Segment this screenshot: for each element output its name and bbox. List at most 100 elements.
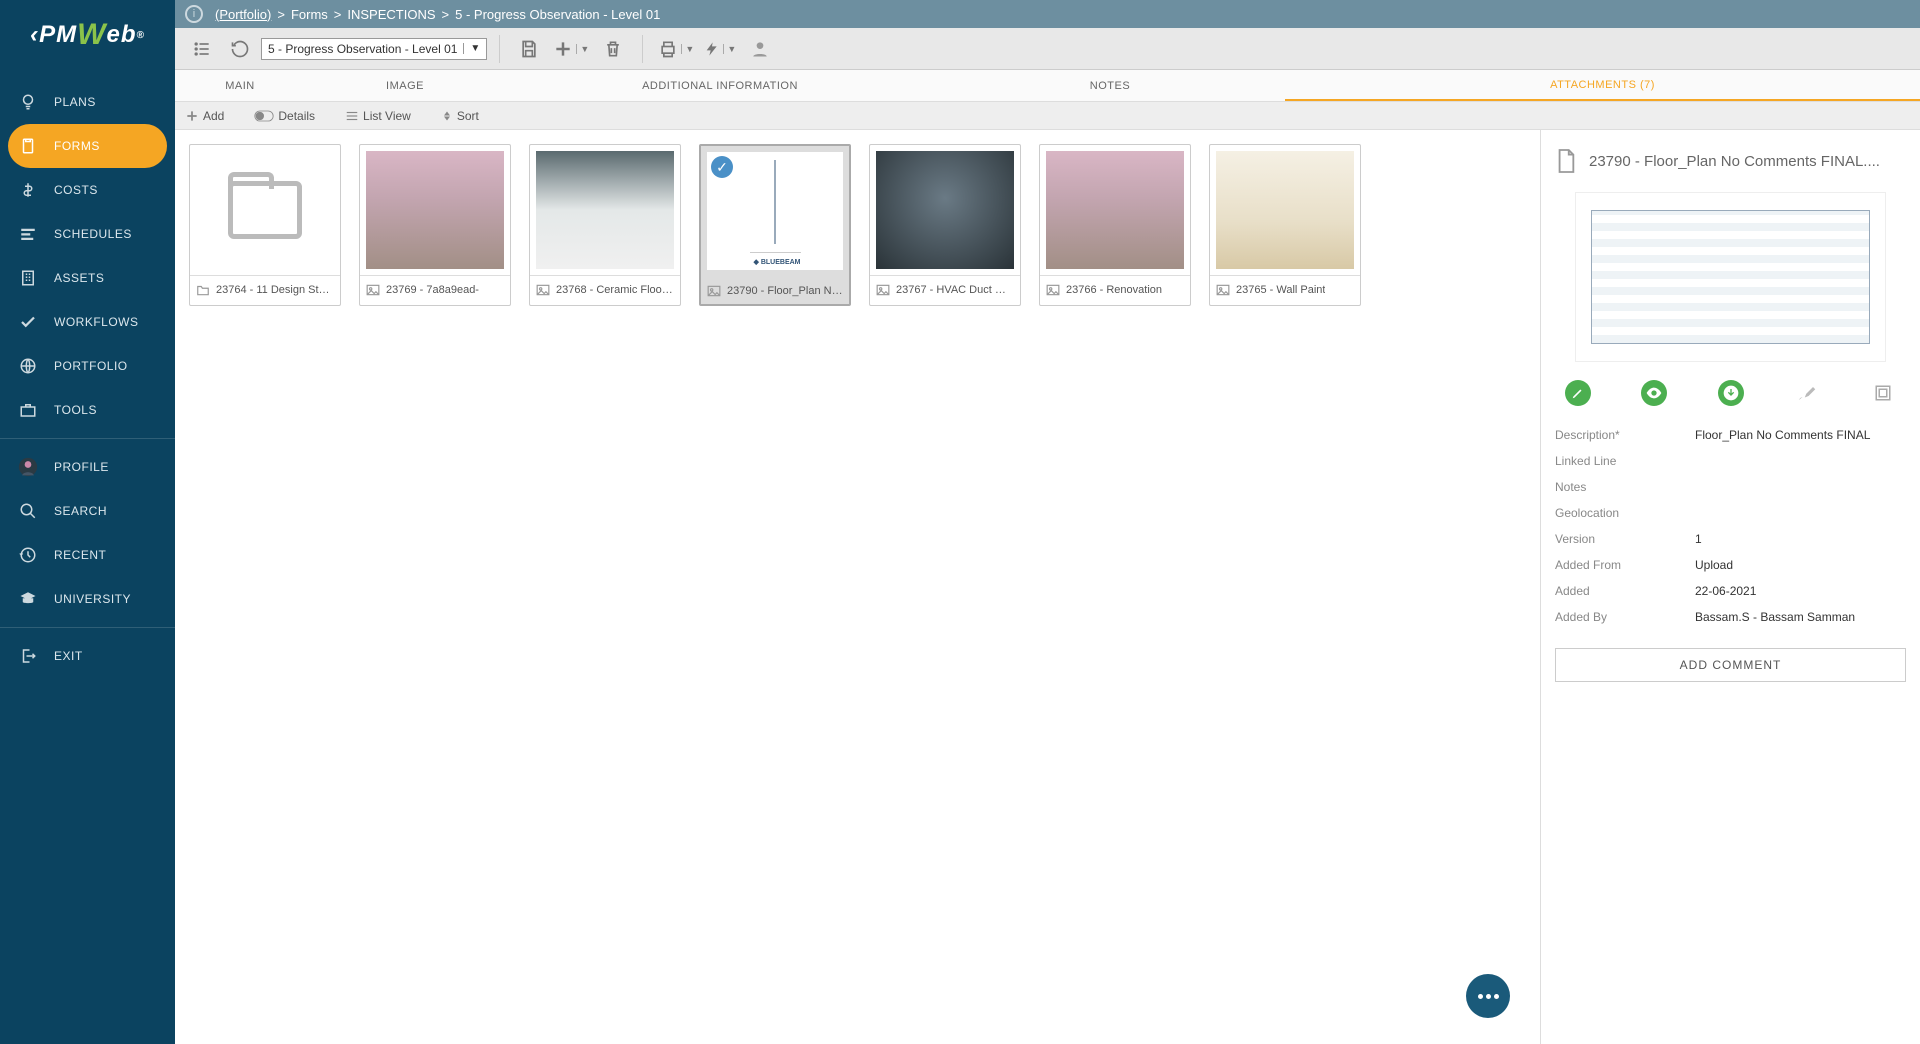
breadcrumb-part[interactable]: Forms: [291, 7, 328, 22]
nav-label: SEARCH: [54, 504, 107, 518]
field-value: Upload: [1695, 558, 1906, 572]
nav-label: SCHEDULES: [54, 227, 132, 241]
nav-workflows[interactable]: WORKFLOWS: [0, 300, 175, 344]
nav-costs[interactable]: COSTS: [0, 168, 175, 212]
add-attachment-button[interactable]: Add: [185, 109, 224, 123]
detail-preview[interactable]: [1575, 192, 1886, 362]
brush-action[interactable]: [1794, 380, 1820, 406]
field-label: Notes: [1555, 480, 1695, 494]
briefcase-icon: [18, 400, 38, 420]
record-selector[interactable]: 5 - Progress Observation - Level 01 ▼: [261, 38, 487, 60]
avatar-icon: [18, 457, 38, 477]
listview-button[interactable]: List View: [345, 109, 411, 123]
tab-image[interactable]: IMAGE: [305, 70, 505, 101]
field-value[interactable]: [1695, 480, 1906, 494]
record-selector-value: 5 - Progress Observation - Level 01: [268, 42, 457, 56]
info-icon[interactable]: i: [185, 5, 203, 23]
breadcrumb-part[interactable]: INSPECTIONS: [347, 7, 435, 22]
field-value: 22-06-2021: [1695, 584, 1906, 598]
attachment-thumbnail: [536, 151, 674, 269]
nav-label: UNIVERSITY: [54, 592, 131, 606]
attachment-label: 23790 - Floor_Plan No Com...: [701, 276, 849, 304]
attachment-card[interactable]: 23765 - Wall Paint: [1209, 144, 1361, 306]
attachment-thumbnail: [876, 151, 1014, 269]
chevron-down-icon: ▼: [463, 43, 480, 54]
breadcrumb-root[interactable]: (Portfolio): [215, 7, 271, 22]
add-button[interactable]: ▼: [550, 32, 592, 66]
attachment-card[interactable]: 23766 - Renovation: [1039, 144, 1191, 306]
nav-plans[interactable]: PLANS: [0, 80, 175, 124]
fab-more-button[interactable]: [1466, 974, 1510, 1018]
clipboard-icon: [18, 136, 38, 156]
nav-portfolio[interactable]: PORTFOLIO: [0, 344, 175, 388]
nav-label: PLANS: [54, 95, 96, 109]
attachment-card[interactable]: 23767 - HVAC Duct Work: [869, 144, 1021, 306]
bolt-button[interactable]: ▼: [701, 32, 739, 66]
tab-additional-information[interactable]: ADDITIONAL INFORMATION: [505, 70, 935, 101]
view-action[interactable]: [1641, 380, 1667, 406]
tab-notes[interactable]: NOTES: [935, 70, 1285, 101]
nav-label: PORTFOLIO: [54, 359, 128, 373]
add-comment-button[interactable]: ADD COMMENT: [1555, 648, 1906, 682]
tabs: MAIN IMAGE ADDITIONAL INFORMATION NOTES …: [175, 70, 1920, 102]
attachment-card[interactable]: 23769 - 7a8a9ead-: [359, 144, 511, 306]
user-button[interactable]: [743, 32, 777, 66]
attachment-label: 23769 - 7a8a9ead-: [360, 275, 510, 303]
print-button[interactable]: ▼: [655, 32, 697, 66]
sidebar: ‹PMWeb® PLANS FORMS COSTS: [0, 0, 175, 1044]
attachment-card[interactable]: 23764 - 11 Design Stage: [189, 144, 341, 306]
nav-search[interactable]: SEARCH: [0, 489, 175, 533]
graduation-icon: [18, 589, 38, 609]
download-action[interactable]: [1718, 380, 1744, 406]
attachment-card[interactable]: ◆ BLUEBEAM✓23790 - Floor_Plan No Com...: [699, 144, 851, 306]
attachments-gallery: 23764 - 11 Design Stage 23769 - 7a8a9ead-…: [175, 130, 1540, 1044]
nav-label: ASSETS: [54, 271, 104, 285]
nav-forms[interactable]: FORMS: [8, 124, 167, 168]
attachment-label: 23765 - Wall Paint: [1210, 275, 1360, 303]
nav-recent[interactable]: RECENT: [0, 533, 175, 577]
delete-button[interactable]: [596, 32, 630, 66]
tab-main[interactable]: MAIN: [175, 70, 305, 101]
field-label: Added By: [1555, 610, 1695, 624]
nav-assets[interactable]: ASSETS: [0, 256, 175, 300]
nav-label: TOOLS: [54, 403, 97, 417]
search-icon: [18, 501, 38, 521]
nav-separator: [0, 438, 175, 439]
sort-button[interactable]: Sort: [441, 109, 479, 123]
dollar-icon: [18, 180, 38, 200]
field-label: Added: [1555, 584, 1695, 598]
attachment-card[interactable]: 23768 - Ceramic Floor Tiling: [529, 144, 681, 306]
pdf-icon: [1555, 148, 1577, 174]
attachment-thumbnail: [1046, 151, 1184, 269]
nav-label: COSTS: [54, 183, 98, 197]
field-value[interactable]: [1695, 454, 1906, 468]
nav-exit[interactable]: EXIT: [0, 634, 175, 678]
nav-profile[interactable]: PROFILE: [0, 445, 175, 489]
nav-tools[interactable]: TOOLS: [0, 388, 175, 432]
history-button[interactable]: [223, 32, 257, 66]
field-value[interactable]: [1695, 506, 1906, 520]
frame-action[interactable]: [1870, 380, 1896, 406]
breadcrumb: i (Portfolio) > Forms > INSPECTIONS > 5 …: [175, 0, 1920, 28]
edit-action[interactable]: [1565, 380, 1591, 406]
save-button[interactable]: [512, 32, 546, 66]
attachment-thumbnail: [1216, 151, 1354, 269]
nav-separator: [0, 627, 175, 628]
nav-label: EXIT: [54, 649, 83, 663]
image-icon: [1046, 284, 1060, 296]
check-icon: [18, 312, 38, 332]
field-label: Linked Line: [1555, 454, 1695, 468]
details-toggle[interactable]: Details: [254, 109, 315, 123]
nav-schedules[interactable]: SCHEDULES: [0, 212, 175, 256]
image-icon: [707, 285, 721, 297]
list-toggle-button[interactable]: [185, 32, 219, 66]
tab-attachments[interactable]: ATTACHMENTS (7): [1285, 70, 1920, 101]
globe-icon: [18, 356, 38, 376]
nav-university[interactable]: UNIVERSITY: [0, 577, 175, 621]
folder-icon: [196, 284, 210, 296]
field-label: Version: [1555, 532, 1695, 546]
attachment-thumbnail: [196, 151, 334, 269]
image-icon: [366, 284, 380, 296]
field-value[interactable]: Floor_Plan No Comments FINAL: [1695, 428, 1906, 442]
field-label: Description*: [1555, 428, 1695, 442]
